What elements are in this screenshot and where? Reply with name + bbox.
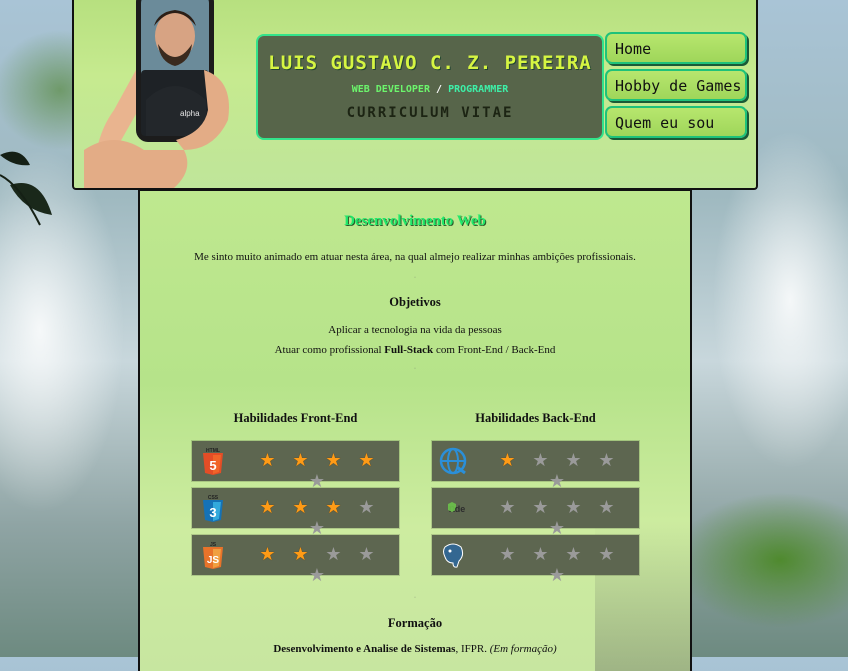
divider-dot: · <box>414 275 416 281</box>
star-filled-icon: ★ <box>259 497 276 517</box>
skill-html5: 5 HTML ★ ★ ★ ★★ <box>192 441 399 491</box>
star-filled-icon: ★ <box>292 497 309 517</box>
skill-web: ★ ★ ★ ★★ <box>432 441 639 491</box>
star-empty-icon: ★ <box>308 565 326 585</box>
star-rating: ★ ★ ★ ★★ <box>475 497 639 539</box>
nav-hobby-games-link[interactable]: Hobby de Games <box>605 69 747 101</box>
star-empty-icon: ★ <box>532 450 549 470</box>
star-empty-icon: ★ <box>532 544 549 564</box>
frontend-heading: Habilidades Front-End <box>233 411 358 425</box>
nav-about-me-link[interactable]: Quem eu sou <box>605 106 747 138</box>
objective-2: Atuar como profissional Full-Stack com F… <box>140 344 690 356</box>
formation-heading: Formação <box>387 616 443 630</box>
star-empty-icon: ★ <box>598 544 615 564</box>
svg-text:de: de <box>455 504 466 514</box>
web-globe-icon <box>439 447 467 475</box>
backend-heading: Habilidades Back-End <box>475 411 596 425</box>
css3-glyph: 3 <box>209 505 216 520</box>
css3-badge: CSS <box>208 495 219 501</box>
star-empty-icon: ★ <box>548 565 566 585</box>
star-filled-icon: ★ <box>325 450 342 470</box>
site-owner-name: LUIS GUSTAVO C. Z. PEREIRA <box>268 52 592 74</box>
formation-institution: , IFPR. <box>455 643 490 655</box>
main-nav: Home Hobby de Games Quem eu sou <box>605 32 747 143</box>
skill-javascript: JS JS ★ ★ ★ ★★ <box>192 535 399 585</box>
curriculum-subtitle: CURRICULUM VITAE <box>346 105 514 121</box>
profile-phone-photo: alpha <box>84 0 229 188</box>
role-separator: / <box>436 84 443 95</box>
html5-icon: 5 HTML <box>203 448 223 475</box>
star-filled-icon: ★ <box>259 450 276 470</box>
header: alpha LUIS GUSTAVO C. Z. PEREIRA WEB DEV… <box>72 0 758 190</box>
star-filled-icon: ★ <box>499 450 516 470</box>
html5-glyph: 5 <box>209 458 216 473</box>
objective-2-bold: Full-Stack <box>384 344 434 356</box>
star-empty-icon: ★ <box>325 544 342 564</box>
star-filled-icon: ★ <box>259 544 276 564</box>
role-line: WEB DEVELOPER / PROGRAMMER <box>258 84 602 95</box>
star-empty-icon: ★ <box>499 497 516 517</box>
star-empty-icon: ★ <box>565 497 582 517</box>
nav-home-link[interactable]: Home <box>605 32 747 64</box>
leaf-decoration <box>0 151 52 226</box>
divider-dot: · <box>414 595 416 601</box>
star-filled-icon: ★ <box>292 544 309 564</box>
star-filled-icon: ★ <box>358 450 375 470</box>
star-rating: ★ ★ ★ ★★ <box>235 497 399 539</box>
html5-badge: HTML <box>206 448 220 454</box>
javascript-icon: JS JS <box>203 542 223 569</box>
skill-postgresql: ★ ★ ★ ★★ <box>432 535 639 585</box>
star-filled-icon: ★ <box>325 497 342 517</box>
main-content: Desenvolvimento Web Me sinto muito anima… <box>138 189 692 671</box>
star-empty-icon: ★ <box>598 450 615 470</box>
postgresql-icon <box>443 543 464 568</box>
objectives-heading: Objetivos <box>389 295 441 309</box>
skill-nodejs: n de ★★★★★ <box>432 488 639 538</box>
star-rating: ★ ★ ★ ★★ <box>235 450 399 492</box>
javascript-glyph: JS <box>207 555 220 566</box>
title-box: LUIS GUSTAVO C. Z. PEREIRA WEB DEVELOPER… <box>256 34 604 140</box>
intro-text: Me sinto muito animado em atuar nesta ár… <box>194 251 636 263</box>
objective-1: Aplicar a tecnologia na vida da pessoas <box>328 324 502 336</box>
divider-dot: · <box>414 366 416 372</box>
objective-2-rest: com Front-End / Back-End <box>433 344 556 356</box>
css3-icon: 3 CSS <box>203 495 223 522</box>
section-title: Desenvolvimento Web <box>344 213 486 229</box>
star-empty-icon: ★ <box>565 450 582 470</box>
role-programmer: PROGRAMMER <box>448 84 509 95</box>
star-rating: ★ ★ ★ ★★ <box>235 544 399 586</box>
star-rating: ★ ★ ★ ★★ <box>475 450 639 492</box>
star-empty-icon: ★ <box>565 544 582 564</box>
star-filled-icon: ★ <box>292 450 309 470</box>
role-web-developer: WEB DEVELOPER <box>351 84 430 95</box>
skill-css3: 3 CSS ★ ★ ★ ★★ <box>192 488 399 538</box>
star-empty-icon: ★ <box>499 544 516 564</box>
javascript-badge: JS <box>210 542 217 548</box>
formation-course: Desenvolvimento e Analise de Sistemas <box>273 643 456 655</box>
formation-entry: Desenvolvimento e Analise de Sistemas, I… <box>140 643 690 655</box>
objective-2-text: Atuar como profissional <box>274 344 385 356</box>
svg-text:alpha: alpha <box>180 109 200 118</box>
formation-status: (Em formação) <box>489 643 557 655</box>
star-rating: ★ ★ ★ ★★ <box>475 544 639 586</box>
star-empty-icon: ★ <box>358 544 375 564</box>
star-empty-icon: ★ <box>598 497 615 517</box>
star-empty-icon: ★ <box>358 497 375 517</box>
nodejs-icon: n de <box>448 502 466 515</box>
star-empty-icon: ★ <box>532 497 549 517</box>
